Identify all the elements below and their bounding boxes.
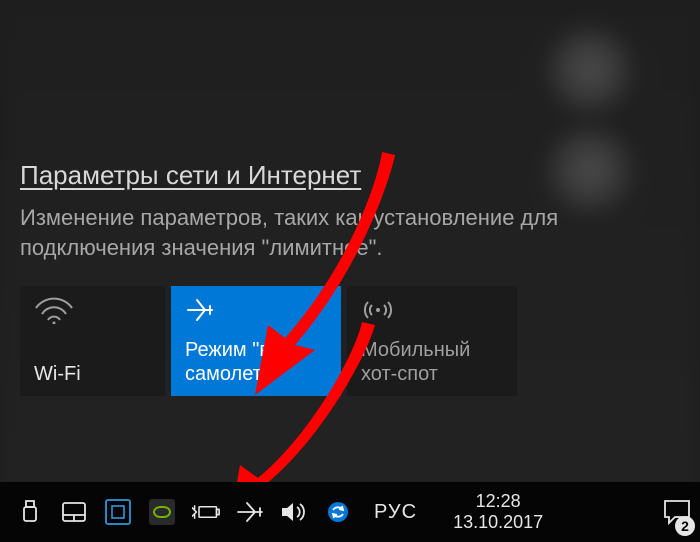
system-tray: РУС 12:28 13.10.2017 xyxy=(0,491,654,532)
quick-action-tiles: Wi-Fi Режим "в самолете" xyxy=(20,286,700,396)
nvidia-icon[interactable] xyxy=(148,498,176,526)
usb-icon[interactable] xyxy=(16,498,44,526)
wifi-tile[interactable]: Wi-Fi xyxy=(20,286,165,396)
taskbar: РУС 12:28 13.10.2017 2 xyxy=(0,482,700,542)
airplane-icon[interactable] xyxy=(236,498,264,526)
action-center-button[interactable]: 2 xyxy=(654,482,700,542)
wifi-icon xyxy=(34,296,151,324)
volume-icon[interactable] xyxy=(280,498,308,526)
clock-time: 12:28 xyxy=(453,491,543,512)
hotspot-tile-label: Мобильный хот-спот xyxy=(361,338,503,386)
network-flyout: Параметры сети и Интернет Изменение пара… xyxy=(0,0,700,482)
hotspot-tile[interactable]: Мобильный хот-спот xyxy=(347,286,517,396)
hotspot-icon xyxy=(361,296,503,324)
airplane-mode-tile-label: Режим "в самолете" xyxy=(185,338,327,386)
network-settings-description: Изменение параметров, таких как установл… xyxy=(20,203,660,262)
network-settings-link[interactable]: Параметры сети и Интернет xyxy=(20,160,361,191)
wifi-tile-label: Wi-Fi xyxy=(34,362,151,386)
sync-icon[interactable] xyxy=(324,498,352,526)
airplane-mode-tile[interactable]: Режим "в самолете" xyxy=(171,286,341,396)
action-center-badge: 2 xyxy=(675,516,695,536)
touchpad-icon[interactable] xyxy=(60,498,88,526)
display-icon[interactable] xyxy=(104,498,132,526)
language-indicator[interactable]: РУС xyxy=(368,501,423,524)
battery-icon[interactable] xyxy=(192,498,220,526)
clock-date: 13.10.2017 xyxy=(453,512,543,533)
screenshot-root: Параметры сети и Интернет Изменение пара… xyxy=(0,0,700,542)
airplane-icon xyxy=(185,296,327,324)
clock[interactable]: 12:28 13.10.2017 xyxy=(439,491,557,532)
